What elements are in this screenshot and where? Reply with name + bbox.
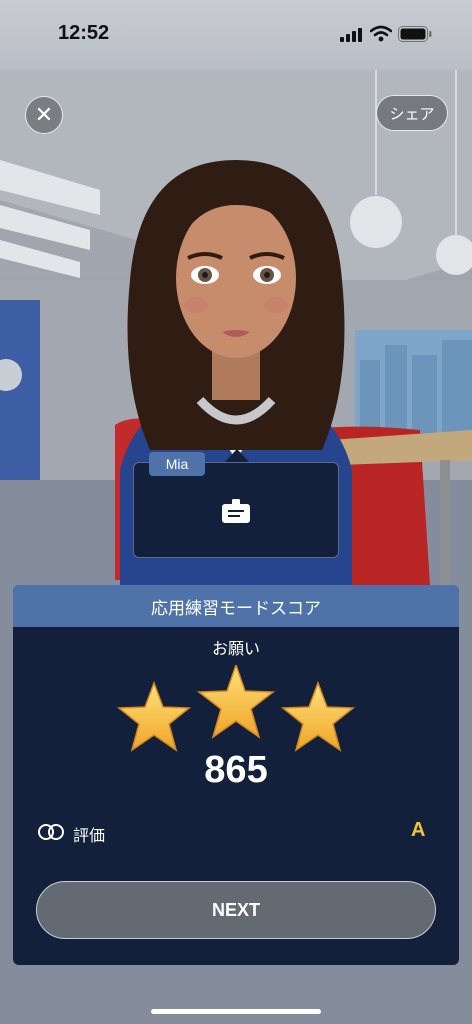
speaker-name-tag: Mia (149, 452, 205, 476)
rating-label: 評価 (73, 826, 106, 845)
score-panel: 応用練習モードスコア お願い 865 評価 A NEXT (13, 585, 459, 965)
rating-rings-icon (38, 824, 64, 840)
cellular-signal-icon (340, 28, 362, 42)
share-button[interactable]: シェア (376, 95, 448, 131)
wifi-icon (370, 25, 392, 42)
battery-icon (398, 26, 432, 42)
bubble-tail (224, 449, 250, 463)
panel-title: 応用練習モードスコア (13, 585, 459, 627)
rating-grade: A (411, 819, 426, 841)
close-icon: ✕ (34, 102, 54, 128)
star-icon (116, 680, 192, 752)
status-time: 12:52 (58, 22, 110, 44)
close-button[interactable]: ✕ (25, 96, 63, 134)
star-icon (280, 680, 356, 752)
next-button[interactable]: NEXT (36, 881, 436, 939)
home-indicator[interactable] (151, 1009, 321, 1014)
practice-phrase: お願い (211, 639, 260, 658)
star-icon (196, 665, 276, 739)
score-value: 865 (204, 749, 268, 791)
note-icon[interactable] (221, 497, 251, 525)
